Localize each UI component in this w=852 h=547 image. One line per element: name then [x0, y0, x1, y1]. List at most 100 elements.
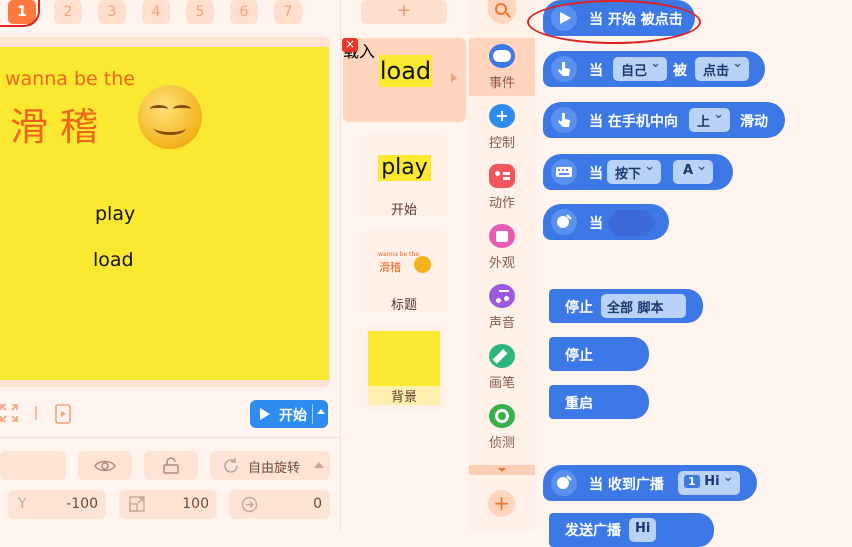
sprite-name: 背景	[368, 386, 440, 405]
smiley-icon	[414, 256, 431, 273]
block-when-key-pressed[interactable]: 当 按下 A	[543, 154, 733, 190]
block-label: 被	[673, 63, 687, 79]
direction-select[interactable]: 上	[689, 107, 731, 132]
category-label: 控制	[488, 136, 515, 151]
stage-title: 滑稽	[10, 105, 111, 149]
chevron-up-icon	[314, 462, 324, 468]
chevron-right-icon[interactable]	[451, 73, 457, 83]
block-label: 停止	[565, 348, 593, 364]
annotation-circle	[527, 0, 701, 44]
sprite-name: 开始	[390, 203, 417, 218]
block-stop-all[interactable]: 停止 全部 脚本	[549, 289, 703, 323]
y-value: -100	[66, 496, 98, 512]
key-action-select[interactable]: 按下	[607, 159, 662, 184]
broadcast-select[interactable]: 1 Hi	[678, 470, 740, 495]
category-sensing[interactable]: 侦测	[469, 398, 535, 456]
events-icon	[489, 44, 515, 68]
eye-icon	[94, 460, 116, 472]
y-position-field[interactable]: Y -100	[8, 490, 106, 519]
stage-play-text[interactable]: play	[95, 203, 135, 225]
broadcast-index: 1	[684, 475, 700, 488]
category-label: 事件	[488, 76, 515, 91]
block-label: 发送广播	[565, 523, 621, 539]
category-sound[interactable]: 声音	[469, 278, 535, 336]
category-label: 声音	[488, 316, 515, 331]
category-looks[interactable]: 外观	[469, 218, 535, 276]
scene-tab-5[interactable]: 5	[186, 0, 214, 24]
sprite-name: 标题	[390, 298, 417, 313]
delete-sprite-icon[interactable]: ×	[342, 38, 358, 52]
chevron-up-icon[interactable]	[317, 409, 325, 414]
smiley-sprite-icon[interactable]	[138, 85, 202, 149]
broadcast-message-select[interactable]: Hi	[629, 518, 657, 542]
divider	[0, 437, 340, 438]
hand-pointer-icon	[551, 56, 577, 82]
add-extension-button[interactable]: +	[488, 490, 515, 517]
category-scroll-down[interactable]	[469, 465, 535, 475]
sprite-card-title[interactable]: wanna be the 滑稽 标题	[361, 229, 447, 313]
block-when-sprite-clicked[interactable]: 当 自己 被 点击	[543, 51, 765, 87]
add-sprite-button[interactable]: +	[361, 0, 447, 24]
block-when-receive-broadcast[interactable]: 当 收到广播 1 Hi	[543, 465, 757, 501]
scene-tab-6[interactable]: 6	[230, 0, 258, 24]
sensing-icon	[489, 404, 515, 428]
video-record-icon[interactable]	[53, 404, 73, 424]
size-field[interactable]: 100	[119, 490, 217, 519]
lock-toggle[interactable]	[144, 451, 198, 480]
block-label: 当	[589, 63, 603, 79]
resize-icon	[129, 496, 145, 512]
sprite-name-field[interactable]	[0, 451, 66, 480]
stage-load-text[interactable]: load	[93, 249, 134, 271]
hand-pointer-icon	[551, 107, 577, 133]
stop-target-select[interactable]: 全部 脚本	[601, 294, 686, 318]
satellite-icon	[551, 209, 577, 235]
block-when-swipe[interactable]: 当 在手机中向 上 滑动	[543, 102, 785, 138]
sprite-card-play[interactable]: play 开始	[361, 133, 447, 218]
category-motion[interactable]: 动作	[469, 158, 535, 216]
y-label: Y	[18, 496, 27, 512]
sprite-thumb-title: 滑稽	[379, 261, 401, 274]
key-select[interactable]: A	[673, 159, 714, 184]
scene-tab-7[interactable]: 7	[274, 0, 302, 24]
block-restart[interactable]: 重启	[549, 385, 649, 419]
category-label: 画笔	[488, 376, 515, 391]
fullscreen-icon[interactable]	[0, 404, 18, 422]
block-send-broadcast[interactable]: 发送广播 Hi	[549, 513, 714, 547]
sprite-card-load[interactable]: load 载入	[343, 38, 466, 122]
scene-tab-2[interactable]: 2	[54, 0, 82, 24]
category-pen[interactable]: 画笔	[469, 338, 535, 396]
sprite-thumb: load	[379, 55, 432, 87]
pen-icon	[489, 344, 515, 368]
direction-icon	[241, 496, 258, 513]
unlock-icon	[163, 457, 179, 474]
category-control[interactable]: 控制	[469, 98, 535, 156]
stage-subtitle: wanna be the	[5, 68, 135, 90]
condition-slot[interactable]	[606, 210, 656, 236]
annotation-circle	[0, 0, 40, 27]
keyboard-icon	[551, 159, 577, 185]
block-label: 滑动	[740, 114, 768, 130]
sprite-thumb-subtitle: wanna be the	[378, 251, 420, 258]
chevron-down-icon	[498, 468, 506, 472]
block-label: 当	[589, 166, 603, 182]
start-run-button[interactable]: 开始	[250, 400, 328, 428]
category-label: 动作	[488, 196, 515, 211]
scene-tab-3[interactable]: 3	[98, 0, 126, 24]
block-label: 当	[589, 216, 603, 232]
direction-field[interactable]: 0	[229, 490, 330, 519]
scene-tab-4[interactable]: 4	[142, 0, 170, 24]
sprite-thumb: play	[378, 155, 431, 181]
play-icon	[260, 408, 270, 420]
event-select[interactable]: 点击	[695, 56, 750, 81]
broadcast-name: Hi	[704, 474, 720, 489]
visibility-toggle[interactable]	[78, 451, 132, 480]
direction-value: 0	[313, 496, 322, 512]
toolbar-divider	[35, 406, 37, 420]
satellite-icon	[551, 470, 577, 496]
rotation-mode-select[interactable]: 自由旋转	[210, 451, 330, 480]
category-label: 外观	[488, 256, 515, 271]
sprite-card-background[interactable]: 背景	[361, 325, 447, 410]
category-events[interactable]: 事件	[469, 38, 535, 96]
sprite-select[interactable]: 自己	[613, 56, 668, 81]
block-stop[interactable]: 停止	[549, 337, 649, 371]
